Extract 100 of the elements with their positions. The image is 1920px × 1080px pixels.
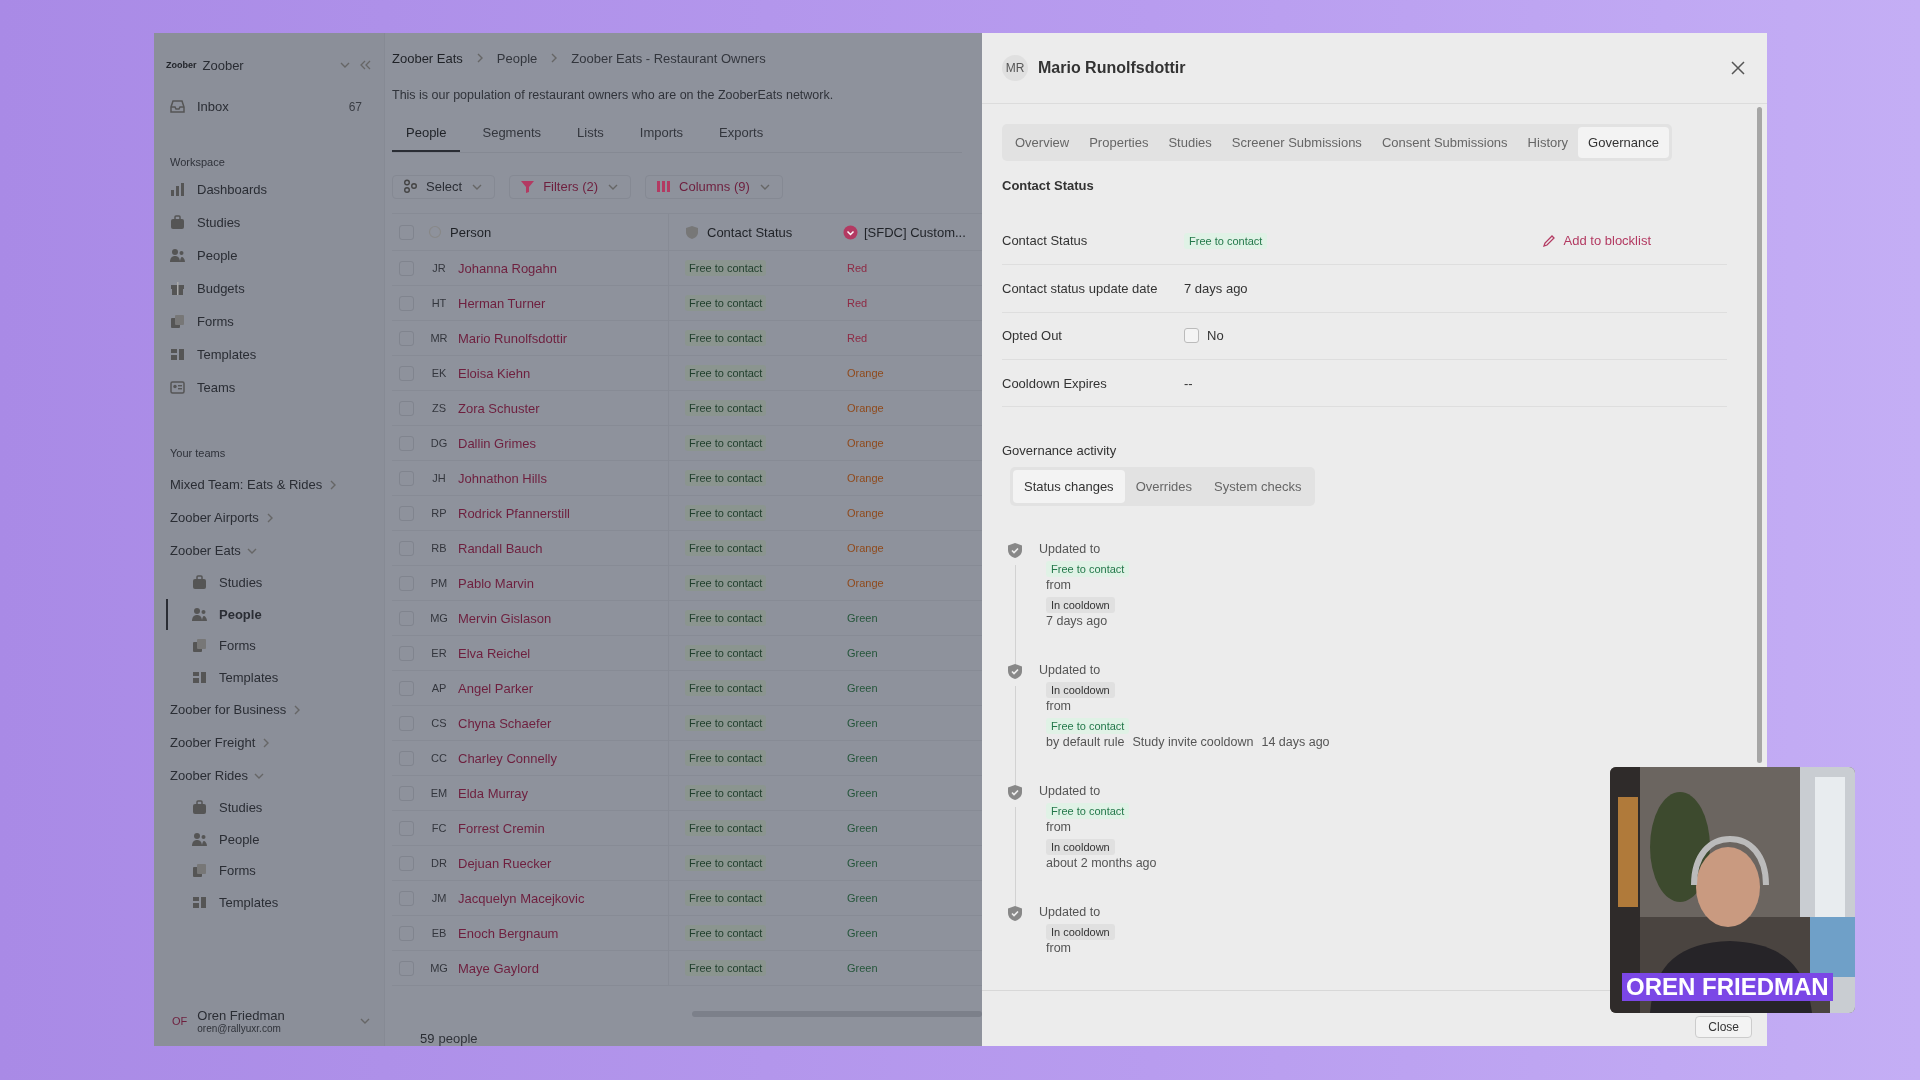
close-button[interactable]: Close — [1695, 1016, 1752, 1038]
person-link[interactable]: Mario Runolfsdottir — [458, 330, 568, 346]
event-text: from — [1046, 578, 1071, 595]
tab[interactable]: Consent Submissions — [1371, 127, 1518, 158]
person-link[interactable]: Johnathon Hills — [458, 470, 547, 486]
person-link[interactable]: Dejuan Ruecker — [458, 855, 552, 871]
tab[interactable]: People — [392, 124, 461, 152]
scrollbar[interactable] — [692, 1011, 982, 1017]
tab[interactable]: Exports — [705, 124, 778, 152]
scrollbar[interactable] — [1757, 107, 1762, 763]
event-detail: Study invite cooldown — [1132, 735, 1254, 752]
item-label: Studies — [219, 575, 264, 591]
bar-chart-icon — [170, 182, 185, 197]
status-tag: Free to contact — [685, 260, 767, 276]
team-item[interactable]: Mixed Team: Eats & Rides — [166, 468, 372, 501]
item-label: People — [197, 248, 239, 263]
tab[interactable]: Governance — [1578, 127, 1669, 158]
tab[interactable]: Overview — [1005, 127, 1080, 158]
tab[interactable]: Lists — [563, 124, 618, 152]
toolbar-button[interactable]: Columns (9) — [645, 174, 783, 199]
person-link[interactable]: Eloisa Kiehn — [458, 365, 531, 381]
person-link[interactable]: Forrest Cremin — [458, 820, 545, 836]
tab[interactable]: System checks — [1203, 470, 1313, 504]
value-tag: Green — [843, 610, 882, 626]
team-item[interactable]: Zoober for Business — [166, 693, 372, 726]
tab[interactable]: Imports — [625, 124, 698, 152]
status-tag: Free to contact — [685, 855, 767, 871]
add-to-blocklist-link[interactable]: Add to blocklist — [1535, 232, 1657, 250]
tab[interactable]: Screener Submissions — [1221, 127, 1372, 158]
tab[interactable]: Status changes — [1013, 470, 1125, 504]
sidebar-item[interactable]: Studies — [166, 792, 372, 824]
tab[interactable]: History — [1517, 127, 1579, 158]
person-link[interactable]: Randall Bauch — [458, 540, 543, 556]
close-icon — [1731, 61, 1745, 75]
drawer-title: Mario Runolfsdottir — [1038, 59, 1187, 77]
status-tag: Free to contact — [685, 715, 767, 731]
status-tag: Free to contact — [685, 470, 767, 486]
breadcrumb-link[interactable]: Zoober Eats — [392, 50, 463, 66]
event-label: Updated to — [1039, 542, 1101, 559]
value-tag: Green — [843, 680, 882, 696]
team-item[interactable]: Zoober Rides — [166, 759, 372, 792]
status-tag: Free to contact — [685, 785, 767, 801]
tab[interactable]: Segments — [468, 124, 556, 152]
status-badge: In cooldown — [1046, 924, 1115, 941]
person-link[interactable]: Zora Schuster — [458, 400, 540, 416]
person-link[interactable]: Johanna Rogahn — [458, 260, 558, 276]
person-link[interactable]: Dallin Grimes — [458, 435, 536, 451]
property-value: -- — [1184, 375, 1193, 391]
person-link[interactable]: Herman Turner — [458, 295, 546, 311]
sidebar-item[interactable]: Teams — [166, 371, 372, 404]
person-link[interactable]: Jacquelyn Macejkovic — [458, 890, 585, 906]
sidebar-item[interactable]: Dashboards — [166, 173, 372, 206]
sidebar-item[interactable]: Templates — [166, 338, 372, 371]
person-link[interactable]: Pablo Marvin — [458, 575, 534, 591]
item-label: Forms — [219, 638, 257, 654]
person-link[interactable]: Enoch Bergnaum — [458, 925, 559, 941]
sidebar-item[interactable]: Inbox 67 — [166, 90, 372, 123]
sidebar-item[interactable]: Forms — [166, 630, 372, 662]
toolbar-button[interactable]: Filters (2) — [509, 174, 632, 199]
event-detail: 14 days ago — [1261, 735, 1330, 752]
tab[interactable]: Studies — [1158, 127, 1222, 158]
person-link[interactable]: Mervin Gislason — [458, 610, 552, 626]
workspace-name[interactable]: Zoober — [202, 57, 332, 73]
tab[interactable]: Properties — [1079, 127, 1159, 158]
person-link[interactable]: Rodrick Pfannerstill — [458, 505, 570, 521]
sidebar-item[interactable]: Studies — [166, 567, 372, 599]
initials: MR — [429, 332, 449, 344]
team-item[interactable]: Zoober Airports — [166, 501, 372, 534]
item-label: Budgets — [197, 281, 246, 296]
breadcrumb-link[interactable]: People — [496, 50, 538, 66]
toolbar-button[interactable]: Select — [392, 174, 496, 199]
person-link[interactable]: Angel Parker — [458, 680, 534, 696]
sidebar-item[interactable]: Templates — [166, 661, 372, 693]
sidebar-item[interactable]: Forms — [166, 855, 372, 887]
tab[interactable]: Overrides — [1124, 470, 1203, 504]
person-link[interactable]: Elda Murray — [458, 785, 529, 801]
shield-check-icon — [1007, 542, 1023, 560]
sidebar-item[interactable]: Templates — [166, 886, 372, 918]
initials: PM — [429, 577, 449, 589]
person-link[interactable]: Elva Reichel — [458, 645, 531, 661]
sidebar-item[interactable]: Forms — [166, 305, 372, 338]
team-item[interactable]: Zoober Eats — [166, 534, 372, 567]
person-link[interactable]: Charley Connelly — [458, 750, 557, 766]
breadcrumb-link[interactable]: Zoober Eats - Restaurant Owners — [571, 50, 766, 66]
initials: RB — [430, 542, 448, 554]
event-text: from — [1046, 941, 1071, 958]
value-tag: Green — [843, 785, 882, 801]
sidebar-item[interactable]: Budgets — [166, 272, 372, 305]
sidebar-item[interactable]: People — [166, 823, 372, 855]
sidebar-item[interactable]: People — [166, 598, 372, 630]
initials: DG — [429, 437, 449, 449]
sidebar-item[interactable]: Studies — [166, 206, 372, 239]
person-link[interactable]: Maye Gaylord — [458, 960, 539, 976]
close-button[interactable] — [1729, 59, 1747, 77]
item-label: Teams — [197, 380, 237, 395]
sidebar-item[interactable]: People — [166, 239, 372, 272]
person-link[interactable]: Chyna Schaefer — [458, 715, 552, 731]
checkbox[interactable] — [1184, 328, 1199, 344]
row-count-label: people — [438, 1031, 478, 1046]
team-item[interactable]: Zoober Freight — [166, 726, 372, 759]
